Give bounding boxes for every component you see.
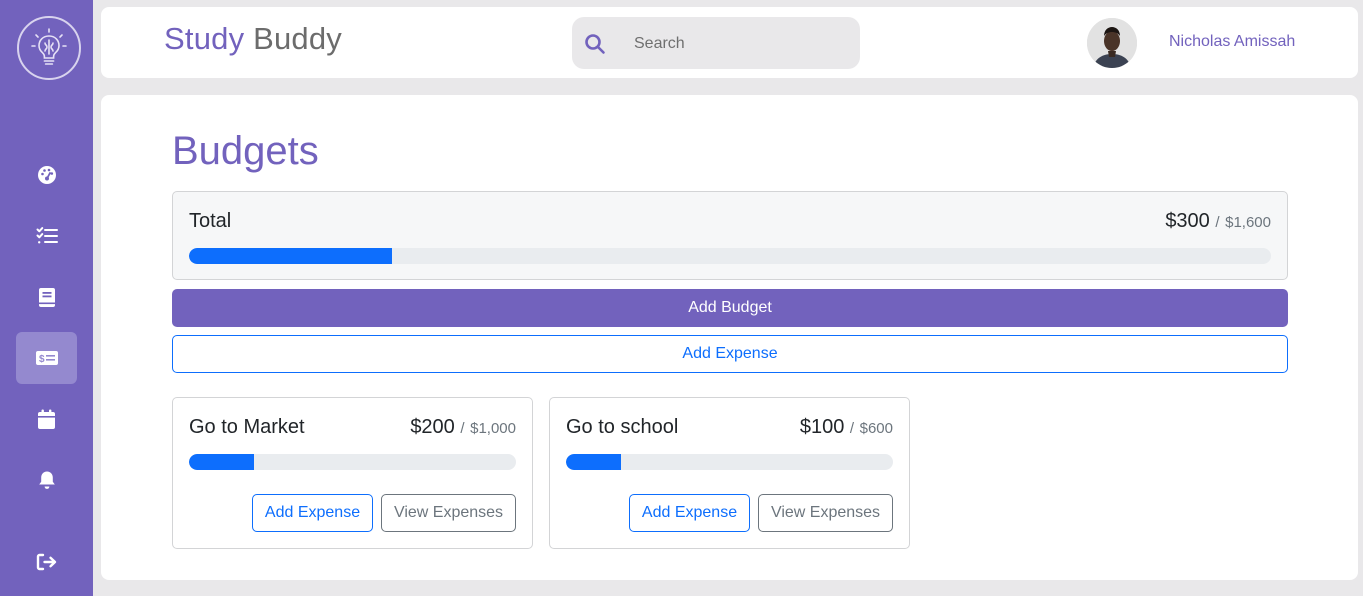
budget-card: Go to Market $200 / $1,000 Add Expense V… — [172, 397, 533, 549]
budget-spent: $200 — [410, 416, 455, 438]
budget-progress-bar — [189, 454, 516, 470]
budget-name: Go to school — [566, 416, 679, 438]
add-expense-button[interactable]: Add Expense — [172, 335, 1288, 373]
budget-progress-fill — [566, 454, 621, 470]
budget-separator: / — [460, 420, 465, 437]
search-input[interactable] — [632, 30, 836, 58]
top-bar: Study Buddy Nicholas Amissah — [101, 7, 1358, 78]
budget-amount: $200 / $1,000 — [410, 416, 516, 439]
nav-notifications[interactable] — [16, 454, 77, 506]
main-content: Budgets Total $300 / $1,600 Add Budget A… — [101, 95, 1358, 580]
budget-amount: $100 / $600 — [800, 416, 893, 439]
avatar[interactable] — [1087, 18, 1137, 68]
dashboard-icon — [37, 165, 57, 185]
total-limit: $1,600 — [1225, 214, 1271, 231]
budget-spent: $100 — [799, 416, 845, 438]
svg-text:$: $ — [39, 354, 45, 365]
logout-button[interactable] — [16, 536, 77, 588]
logout-icon — [36, 553, 57, 571]
total-spent: $300 — [1165, 210, 1210, 232]
book-icon — [38, 287, 56, 308]
budget-add-expense-button[interactable]: Add Expense — [252, 494, 373, 532]
lightbulb-brain-icon[interactable] — [17, 16, 81, 80]
view-expenses-button[interactable]: View Expenses — [381, 494, 516, 532]
tasks-icon — [36, 226, 58, 246]
nav-notes[interactable] — [16, 271, 77, 323]
budget-add-expense-button[interactable]: Add Expense — [629, 494, 750, 532]
bell-icon — [38, 470, 56, 490]
page-title: Budgets — [172, 129, 319, 173]
total-amount: $300 / $1,600 — [1165, 210, 1271, 233]
budget-progress-bar — [566, 454, 893, 470]
money-bill-icon: $ — [35, 350, 59, 366]
total-separator: / — [1215, 214, 1220, 231]
total-budget-card: Total $300 / $1,600 — [172, 191, 1288, 280]
user-name[interactable]: Nicholas Amissah — [1169, 33, 1295, 51]
total-progress-bar — [189, 248, 1271, 264]
app-title-buddy: Buddy — [253, 21, 343, 56]
budget-progress-fill — [189, 454, 255, 470]
nav-tasks[interactable] — [16, 210, 77, 262]
add-budget-button[interactable]: Add Budget — [172, 289, 1288, 327]
budget-limit: $600 — [859, 420, 893, 437]
view-expenses-button[interactable]: View Expenses — [758, 494, 893, 532]
search-box — [572, 17, 860, 69]
budget-separator: / — [849, 420, 855, 437]
total-label: Total — [189, 210, 232, 232]
nav-calendar[interactable] — [16, 393, 77, 445]
nav-dashboard[interactable] — [16, 149, 77, 201]
budget-name: Go to Market — [189, 416, 305, 438]
budget-limit: $1,000 — [470, 420, 516, 437]
sidebar: $ — [0, 0, 93, 596]
budget-card: Go to school $100 / $600 Add Expense Vie… — [549, 397, 910, 549]
total-progress-fill — [189, 248, 392, 264]
calendar-icon — [37, 409, 56, 430]
nav-budgets[interactable]: $ — [16, 332, 77, 384]
app-title[interactable]: Study Buddy — [164, 21, 342, 57]
app-title-study: Study — [164, 21, 245, 56]
